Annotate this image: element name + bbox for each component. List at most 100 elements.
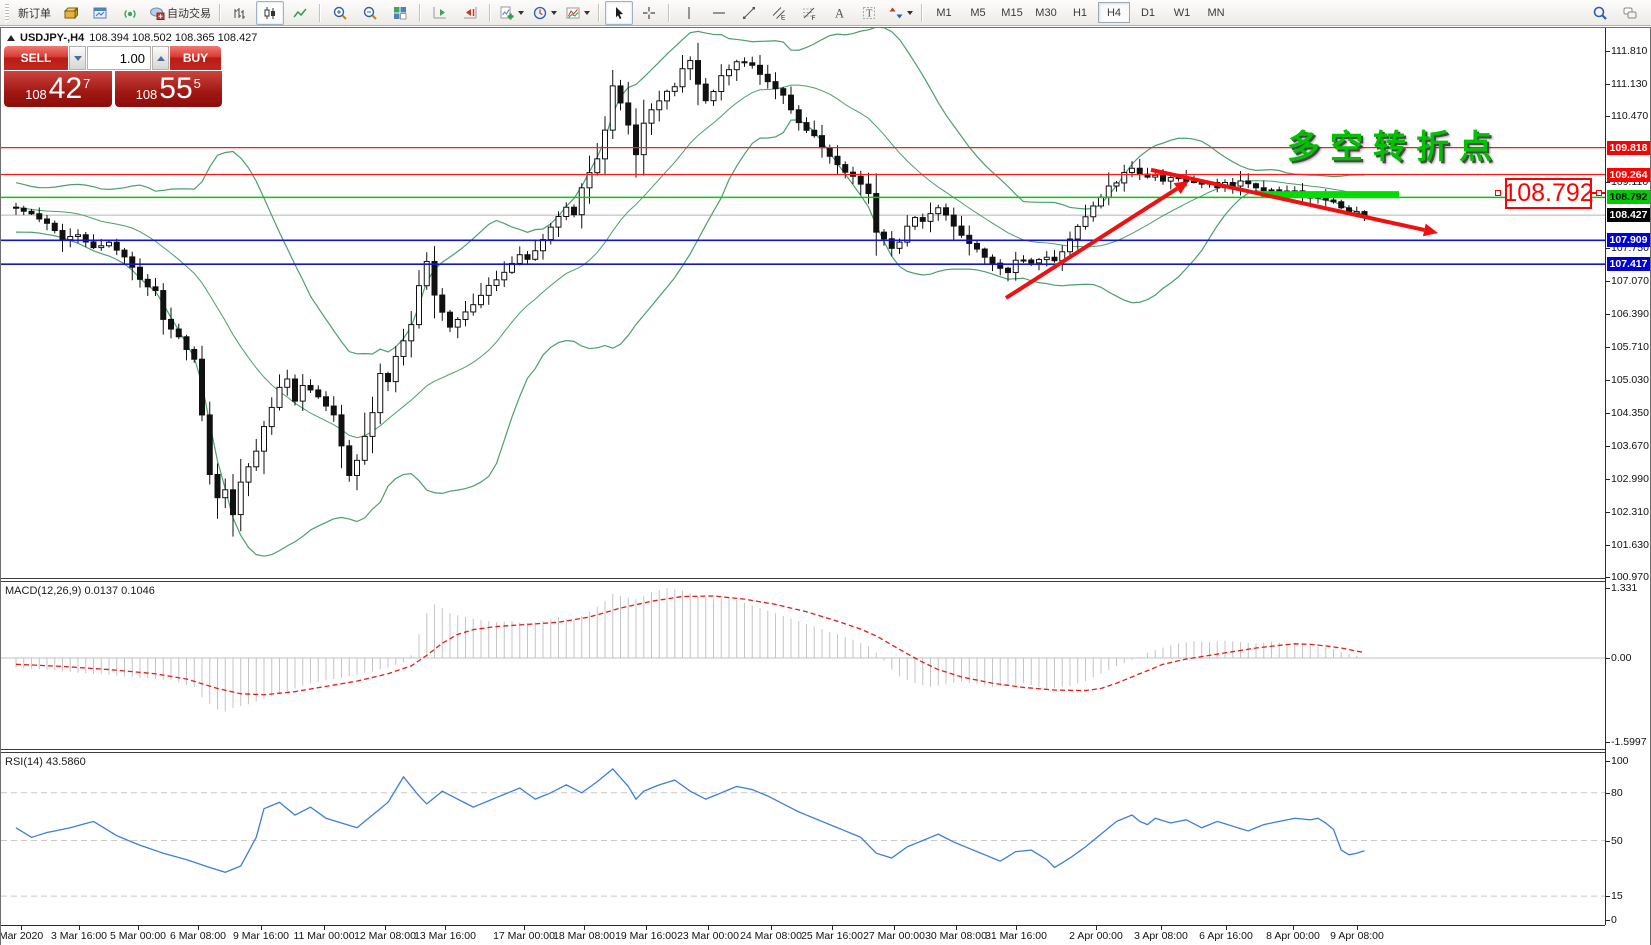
price-axis-label: 101.630 bbox=[1611, 539, 1649, 551]
symbol-title: USDJPY-,H4 bbox=[20, 32, 84, 44]
rsi-pane-canvas[interactable] bbox=[1, 754, 1605, 924]
macd-histogram bbox=[16, 588, 1366, 711]
arrows-icon bbox=[888, 5, 904, 21]
axis-tick bbox=[1606, 920, 1610, 921]
object-handle[interactable] bbox=[1495, 190, 1501, 196]
sell-button[interactable]: SELL bbox=[4, 46, 68, 70]
volume-decrease-button[interactable] bbox=[69, 46, 86, 70]
pane-divider[interactable] bbox=[1, 749, 1605, 753]
time-axis-label: 5 Mar 00:00 bbox=[110, 930, 166, 942]
time-axis-label: 23 Mar 00:00 bbox=[677, 930, 739, 942]
price-axis-label: 104.350 bbox=[1611, 407, 1649, 419]
fibonacci-button[interactable]: F bbox=[795, 1, 823, 25]
toolbar-separator bbox=[489, 4, 491, 22]
trend-arrow-line[interactable] bbox=[1006, 189, 1177, 298]
tile-windows-button[interactable] bbox=[386, 1, 414, 25]
time-axis-label: 12 Mar 08:00 bbox=[354, 930, 416, 942]
time-axis-label: 18 Mar 08:00 bbox=[553, 930, 615, 942]
tile-icon bbox=[392, 5, 408, 21]
chart-shift-button[interactable] bbox=[456, 1, 484, 25]
chart-line-icon bbox=[292, 5, 308, 21]
main-chart-canvas[interactable] bbox=[1, 28, 1605, 578]
pane-divider[interactable] bbox=[1, 578, 1605, 582]
macd-pane-canvas[interactable] bbox=[1, 583, 1605, 749]
time-axis[interactable]: Mar 20203 Mar 16:005 Mar 00:006 Mar 08:0… bbox=[1, 925, 1605, 944]
timeframe-w1[interactable]: W1 bbox=[1166, 2, 1198, 23]
price-axis-label: 105.710 bbox=[1611, 341, 1649, 353]
price-badge: 108.427 bbox=[1607, 208, 1650, 222]
ohlc-values: 108.394 108.502 108.365 108.427 bbox=[89, 32, 257, 44]
mt4-window: 新订单 自动交易 E F AT M1M5M15M30H1H4D1W1MN USDJPY-,… bbox=[0, 0, 1651, 945]
timeframe-m5[interactable]: M5 bbox=[962, 2, 994, 23]
line-chart-button[interactable] bbox=[286, 1, 314, 25]
chart-window-button[interactable] bbox=[56, 1, 84, 25]
axis-tick bbox=[1606, 347, 1610, 348]
buy-price-sup: 5 bbox=[194, 76, 201, 91]
sell-price[interactable]: 108 42 7 bbox=[4, 71, 112, 107]
vertical-line-button[interactable] bbox=[675, 1, 703, 25]
text-button[interactable]: A bbox=[825, 1, 853, 25]
zoom-out-button[interactable] bbox=[356, 1, 384, 25]
price-callout-box[interactable]: 108.792 bbox=[1505, 178, 1592, 209]
template-icon bbox=[565, 5, 581, 21]
chat-button[interactable] bbox=[1616, 1, 1644, 25]
channel-icon: E bbox=[771, 5, 787, 21]
axis-tick bbox=[1606, 577, 1610, 578]
zoom-in-button[interactable] bbox=[326, 1, 354, 25]
macd-label: MACD(12,26,9) 0.0137 0.1046 bbox=[5, 585, 155, 597]
svg-text:F: F bbox=[812, 15, 816, 21]
timeframe-h1[interactable]: H1 bbox=[1064, 2, 1096, 23]
buy-button[interactable]: BUY bbox=[170, 46, 221, 70]
rsi-label: RSI(14) 43.5860 bbox=[5, 756, 86, 768]
axis-tick bbox=[1606, 742, 1610, 743]
channel-button[interactable]: E bbox=[765, 1, 793, 25]
rsi-line bbox=[16, 769, 1365, 872]
periods-button[interactable] bbox=[529, 1, 560, 25]
axis-tick bbox=[1606, 314, 1610, 315]
cursor-button[interactable] bbox=[605, 1, 633, 25]
trend-arrow-line[interactable] bbox=[1151, 170, 1424, 230]
label-button[interactable]: T bbox=[855, 1, 883, 25]
timeframe-m15[interactable]: M15 bbox=[996, 2, 1028, 23]
crosshair-button[interactable] bbox=[635, 1, 663, 25]
price-badge: 107.909 bbox=[1607, 233, 1650, 247]
templates-button[interactable] bbox=[562, 1, 593, 25]
timeframe-d1[interactable]: D1 bbox=[1132, 2, 1164, 23]
collapse-arrow-icon[interactable] bbox=[7, 35, 15, 41]
timeframe-m1[interactable]: M1 bbox=[928, 2, 960, 23]
timeframe-m30[interactable]: M30 bbox=[1030, 2, 1062, 23]
axis-tick bbox=[1606, 896, 1610, 897]
candlesticks bbox=[14, 43, 1368, 537]
rsi-scale-label: 50 bbox=[1611, 835, 1623, 847]
bar-chart-button[interactable] bbox=[226, 1, 254, 25]
bollinger-middle-band bbox=[16, 85, 1365, 438]
trendline-button[interactable] bbox=[735, 1, 763, 25]
market-watch-button[interactable] bbox=[86, 1, 114, 25]
candlestick-chart-button[interactable] bbox=[256, 1, 284, 25]
horizontal-line-button[interactable] bbox=[705, 1, 733, 25]
timeframe-h4[interactable]: H4 bbox=[1098, 2, 1130, 23]
search-button[interactable] bbox=[1586, 1, 1614, 25]
chevron-down-icon bbox=[907, 11, 913, 15]
auto-scroll-button[interactable] bbox=[426, 1, 454, 25]
cloud-icon bbox=[149, 5, 165, 21]
axis-tick bbox=[1606, 793, 1610, 794]
volume-increase-button[interactable] bbox=[152, 46, 169, 70]
turning-point-annotation[interactable]: 多空转折点 bbox=[1287, 120, 1502, 168]
time-axis-label: 13 Mar 16:00 bbox=[414, 930, 476, 942]
gold-box-icon bbox=[62, 5, 78, 21]
axis-tick bbox=[1606, 84, 1610, 85]
buy-price[interactable]: 108 55 5 bbox=[115, 71, 223, 107]
indicators-button[interactable] bbox=[496, 1, 527, 25]
new-order-button[interactable]: 新订单 bbox=[13, 1, 54, 25]
object-handle[interactable] bbox=[1596, 190, 1602, 196]
timeframe-mn[interactable]: MN bbox=[1200, 2, 1232, 23]
arrows-button[interactable] bbox=[885, 1, 916, 25]
toolbar-separator bbox=[668, 4, 670, 22]
signals-button[interactable] bbox=[116, 1, 144, 25]
auto-trading-button[interactable]: 自动交易 bbox=[146, 1, 214, 25]
volume-input[interactable]: 1.00 bbox=[87, 46, 151, 70]
axis-tick bbox=[1606, 281, 1610, 282]
price-axis[interactable]: 111.810111.130110.470109.110107.750107.0… bbox=[1605, 28, 1650, 925]
axis-tick bbox=[1606, 446, 1610, 447]
